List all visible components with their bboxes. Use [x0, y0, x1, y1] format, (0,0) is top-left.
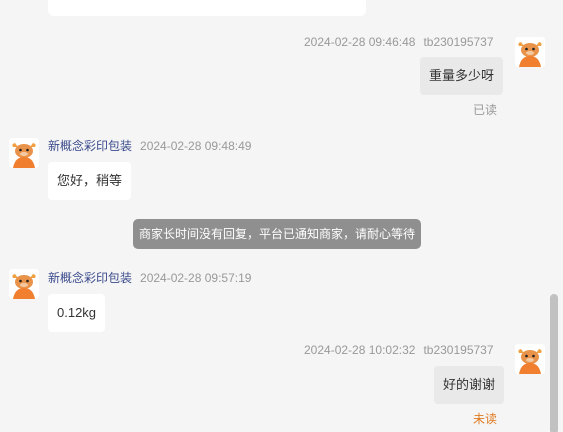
- message-meta: 2024-02-28 10:02:32 tb230195737: [304, 343, 494, 357]
- system-notice: 商家长时间没有回复，平台已通知商家，请耐心等待: [133, 219, 421, 249]
- scrollbar-thumb[interactable]: [550, 294, 558, 432]
- sender-name[interactable]: 新概念彩印包装: [48, 139, 132, 153]
- message-meta: 新概念彩印包装 2024-02-28 09:57:19: [48, 271, 251, 285]
- message-bubble: 您好，稍等: [48, 162, 132, 200]
- cartoon-cow-avatar-icon[interactable]: [9, 138, 39, 168]
- cartoon-cow-avatar-icon[interactable]: [9, 269, 39, 299]
- message-time: 2024-02-28 09:48:49: [140, 139, 252, 153]
- message-time: 2024-02-28 09:57:19: [140, 271, 252, 285]
- chat-window: 2024-02-28 09:46:48 tb230195737 重量多少呀 已读 …: [0, 0, 563, 432]
- sender-name[interactable]: 新概念彩印包装: [48, 271, 132, 285]
- message-user-id: tb230195737: [423, 35, 494, 49]
- message-bubble: 重量多少呀: [420, 57, 504, 95]
- cartoon-cow-avatar-icon[interactable]: [515, 37, 545, 67]
- read-status: 已读: [473, 103, 498, 117]
- message-meta: 2024-02-28 09:46:48 tb230195737: [304, 35, 494, 49]
- message-time: 2024-02-28 09:46:48: [304, 35, 416, 49]
- unread-status: 未读: [473, 412, 498, 426]
- message-meta: 新概念彩印包装 2024-02-28 09:48:49: [48, 139, 251, 153]
- message-user-id: tb230195737: [423, 343, 494, 357]
- cartoon-cow-avatar-icon[interactable]: [515, 344, 545, 374]
- message-time: 2024-02-28 10:02:32: [304, 343, 416, 357]
- message-bubble: 好的谢谢: [434, 366, 505, 404]
- message-bubble-partial: [48, 0, 366, 16]
- message-bubble: 0.12kg: [48, 294, 106, 332]
